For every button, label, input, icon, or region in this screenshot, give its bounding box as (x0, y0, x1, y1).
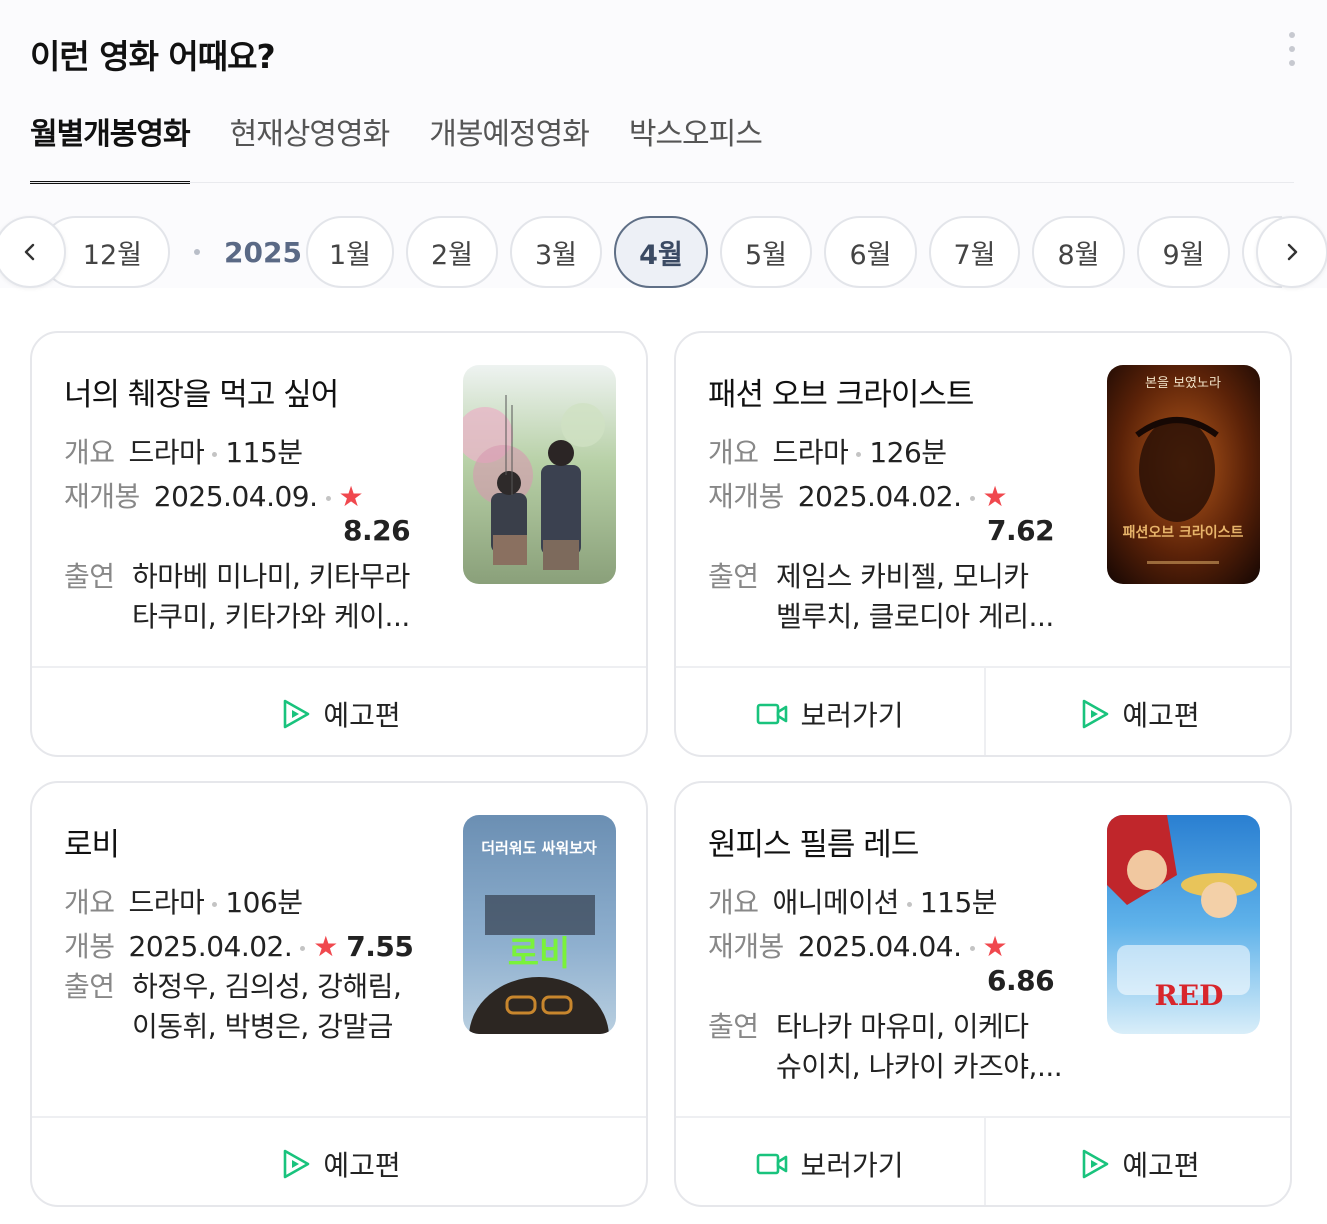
movie-poster[interactable]: 더러워도 싸워보자 로비 (463, 815, 616, 1034)
movie-cast: 하정우, 김의성, 강해림, (132, 970, 402, 1003)
movie-poster[interactable] (463, 365, 616, 584)
year-label: 2025 (194, 216, 302, 288)
movie-card[interactable]: 원피스 필름 레드 개요 애니메이션 115분 재개봉 2025.04.04. ★ 6.… (674, 781, 1292, 1207)
movie-cast: 타나카 마유미, 이케다 (776, 1010, 1029, 1043)
movie-cast-label: 출연 (708, 560, 759, 593)
month-pill-selected[interactable]: 4월 (614, 216, 708, 288)
svg-text:더러워도 싸워보자: 더러워도 싸워보자 (481, 839, 597, 857)
category-tabs: 월별개봉영화 현재상영영화 개봉예정영화 박스오피스 (30, 112, 763, 184)
chevron-left-icon (24, 243, 35, 261)
trailer-button[interactable]: 예고편 (32, 668, 646, 755)
year-value: 2025 (224, 235, 302, 269)
movie-overview: 개요 드라마 126분 (708, 436, 947, 469)
video-camera-icon (757, 1153, 788, 1174)
play-icon (1083, 699, 1109, 728)
movie-title[interactable]: 로비 (64, 819, 120, 864)
month-pill[interactable]: 9월 (1137, 216, 1230, 288)
movie-overview: 개요 드라마 115분 (64, 436, 303, 469)
play-icon (284, 1149, 310, 1178)
card-actions: 예고편 (32, 1116, 646, 1205)
tab-monthly-release[interactable]: 월별개봉영화 (30, 112, 191, 184)
movie-cast: 벨루치, 클로디아 게리... (776, 600, 1054, 633)
movie-cast: 타쿠미, 키타가와 케이... (132, 600, 410, 633)
month-pill[interactable]: 6월 (824, 216, 917, 288)
month-pill[interactable]: 1월 (306, 216, 394, 288)
movie-cast-label: 출연 (708, 1010, 759, 1043)
card-actions: 예고편 (32, 666, 646, 755)
movie-release-date: 재개봉 2025.04.02. ★ (708, 480, 1008, 513)
movie-rating: 8.26 (343, 514, 411, 547)
svg-text:RED: RED (1155, 979, 1224, 1012)
watch-button[interactable]: 보러가기 (676, 668, 984, 755)
next-month-button[interactable] (1256, 216, 1327, 288)
trailer-button[interactable]: 예고편 (984, 668, 1290, 755)
month-pill[interactable]: 8월 (1032, 216, 1125, 288)
tab-divider (30, 182, 1294, 183)
video-camera-icon (757, 703, 788, 724)
movie-rating: 7.62 (987, 514, 1055, 547)
section-title: 이런 영화 어때요? (30, 37, 276, 76)
card-actions: 보러가기 예고편 (676, 1116, 1290, 1205)
movie-rating: 6.86 (987, 964, 1055, 997)
movie-cast-label: 출연 (64, 560, 115, 593)
play-icon (284, 699, 310, 728)
movie-card[interactable]: 패션 오브 크라이스트 개요 드라마 126분 재개봉 2025.04.02. ★ 7.… (674, 331, 1292, 757)
movie-overview: 개요 애니메이션 115분 (708, 886, 998, 919)
more-options-icon[interactable] (1284, 32, 1300, 66)
movie-release-date: 재개봉 2025.04.09. ★ (64, 480, 364, 513)
tab-box-office[interactable]: 박스오피스 (629, 112, 763, 184)
trailer-button[interactable]: 예고편 (984, 1118, 1290, 1205)
month-pill[interactable]: 2월 (406, 216, 498, 288)
tab-now-showing[interactable]: 현재상영영화 (230, 112, 391, 184)
star-icon: ★ (982, 480, 1008, 513)
movie-rating: 7.55 (346, 930, 414, 963)
movie-overview: 개요 드라마 106분 (64, 886, 303, 919)
watch-button[interactable]: 보러가기 (676, 1118, 984, 1205)
month-pill[interactable]: 5월 (720, 216, 812, 288)
movie-recommend-header: 이런 영화 어때요? 월별개봉영화 현재상영영화 개봉예정영화 박스오피스 12… (0, 0, 1327, 288)
movie-card[interactable]: 너의 췌장을 먹고 싶어 개요 드라마 115분 재개봉 2025.04.09. ★ 8… (30, 331, 648, 757)
month-pill[interactable]: 7월 (929, 216, 1020, 288)
movie-release-date: 재개봉 2025.04.04. ★ (708, 930, 1008, 963)
movie-cast: 슈이치, 나카이 카즈야,... (776, 1050, 1063, 1083)
trailer-button[interactable]: 예고편 (32, 1118, 646, 1205)
movie-title[interactable]: 원피스 필름 레드 (708, 819, 919, 864)
svg-text:패션오브 크라이스트: 패션오브 크라이스트 (1123, 524, 1244, 541)
movie-release-date: 개봉 2025.04.02. ★ 7.55 (64, 930, 414, 963)
tab-upcoming[interactable]: 개봉예정영화 (429, 112, 590, 184)
movie-poster[interactable]: 본을 보였노라 패션오브 크라이스트 (1107, 365, 1260, 584)
month-selector: 12월 2025 1월 2월 3월 4월 5월 6월 7월 8월 9월 (0, 214, 1327, 288)
movie-cast-label: 출연 (64, 970, 115, 1003)
movie-card[interactable]: 로비 개요 드라마 106분 개봉 2025.04.02. ★ 7.55 출연 하정우,… (30, 781, 648, 1207)
star-icon: ★ (313, 930, 338, 963)
star-icon: ★ (982, 930, 1008, 963)
play-icon (1083, 1149, 1109, 1178)
movie-title[interactable]: 패션 오브 크라이스트 (708, 369, 974, 414)
svg-text:로비: 로비 (508, 934, 571, 974)
movie-cast: 이동휘, 박병은, 강말금 (132, 1010, 393, 1043)
movie-poster[interactable]: RED (1107, 815, 1260, 1034)
movie-title[interactable]: 너의 췌장을 먹고 싶어 (64, 369, 339, 414)
star-icon: ★ (338, 480, 364, 513)
movie-cast: 제임스 카비젤, 모니카 (776, 560, 1029, 593)
chevron-right-icon (1287, 243, 1298, 261)
card-actions: 보러가기 예고편 (676, 666, 1290, 755)
movie-cast: 하마베 미나미, 키타무라 (132, 560, 410, 593)
svg-text:본을 보였노라: 본을 보였노라 (1145, 376, 1221, 391)
month-pill[interactable]: 3월 (510, 216, 602, 288)
